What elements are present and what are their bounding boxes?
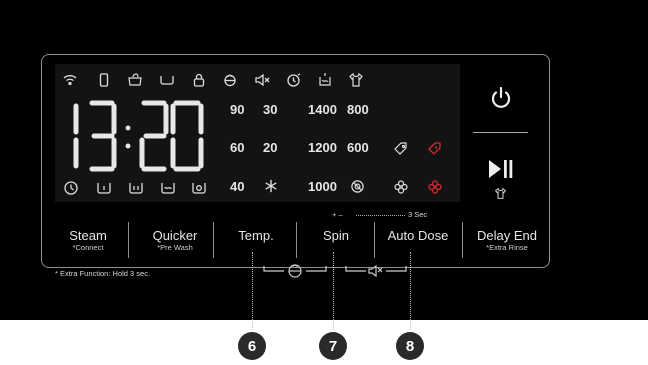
power-divider (473, 132, 528, 133)
rinse-tub-icon (160, 180, 176, 196)
softener-tag-warning-icon (427, 141, 443, 157)
auto-dose-label: Auto Dose (387, 228, 449, 243)
steam-button[interactable]: Steam *Connect (58, 228, 118, 252)
eco-icon (127, 72, 143, 88)
hold-hint-prefix: + – (332, 210, 343, 219)
callout-badge-8: 8 (396, 332, 424, 360)
spin-button[interactable]: Spin (308, 228, 364, 243)
callout-line-8 (410, 252, 411, 330)
mute-combo-icon (345, 264, 407, 278)
auto-dose-button[interactable]: Auto Dose (378, 228, 458, 243)
callout-badge-6: 6 (238, 332, 266, 360)
washer-control-panel: 90 60 40 30 20 1400 1200 1000 800 600 + … (0, 0, 648, 320)
clock-icon (63, 180, 79, 196)
divider (128, 222, 129, 258)
delay-end-button[interactable]: Delay End *Extra Rinse (470, 228, 544, 252)
divider (374, 222, 375, 258)
power-icon[interactable] (488, 85, 514, 111)
footnote: * Extra Function: Hold 3 sec. (55, 269, 151, 278)
phone-icon (96, 72, 112, 88)
spin-tub-icon (191, 180, 207, 196)
spin-1000: 1000 (308, 179, 337, 194)
lock-icon (191, 72, 207, 88)
spin-1200: 1200 (308, 140, 337, 155)
softener-icon (317, 72, 333, 88)
timer-icon (286, 72, 302, 88)
flower-icon (393, 179, 409, 195)
play-pause-icon[interactable] (487, 157, 515, 181)
temp-20: 20 (263, 140, 278, 155)
temp-90: 90 (230, 102, 245, 117)
divider (296, 222, 297, 258)
quicker-button[interactable]: Quicker *Pre Wash (140, 228, 210, 252)
wifi-icon (62, 72, 78, 88)
temp-40: 40 (230, 179, 245, 194)
child-lock-icon (222, 72, 238, 88)
time-display (73, 100, 204, 172)
delay-end-sublabel: *Extra Rinse (486, 243, 528, 252)
spin-label: Spin (322, 228, 350, 243)
temp-60: 60 (230, 140, 245, 155)
temp-label: Temp. (238, 228, 274, 243)
delay-end-label: Delay End (477, 228, 537, 243)
divider (462, 222, 463, 258)
spin-600: 600 (347, 140, 369, 155)
spin-800: 800 (347, 102, 369, 117)
prewash-tub-icon (128, 180, 144, 196)
quicker-sublabel: *Pre Wash (157, 243, 193, 252)
detergent-tag-icon (393, 141, 409, 157)
temp-30: 30 (263, 102, 278, 117)
callout-badge-7: 7 (319, 332, 347, 360)
temp-button[interactable]: Temp. (226, 228, 286, 243)
shirt-icon (348, 72, 364, 88)
callout-line-6 (252, 252, 253, 330)
callout-line-7 (333, 252, 334, 330)
steam-label: Steam (69, 228, 107, 243)
steam-sublabel: *Connect (72, 243, 104, 252)
tub-icon (159, 72, 175, 88)
wash-tub-icon (96, 180, 112, 196)
quicker-label: Quicker (152, 228, 198, 243)
hold-hint-line (356, 215, 405, 216)
divider (213, 222, 214, 258)
spin-1400: 1400 (308, 102, 337, 117)
child-lock-combo-icon (263, 264, 327, 278)
cold-snowflake-icon (264, 179, 278, 193)
shirt-small-icon (494, 187, 507, 200)
flower-warning-icon (427, 179, 443, 195)
hold-hint-suffix: 3 Sec (408, 210, 428, 219)
mute-icon (254, 72, 270, 88)
no-spin-icon (350, 179, 365, 194)
